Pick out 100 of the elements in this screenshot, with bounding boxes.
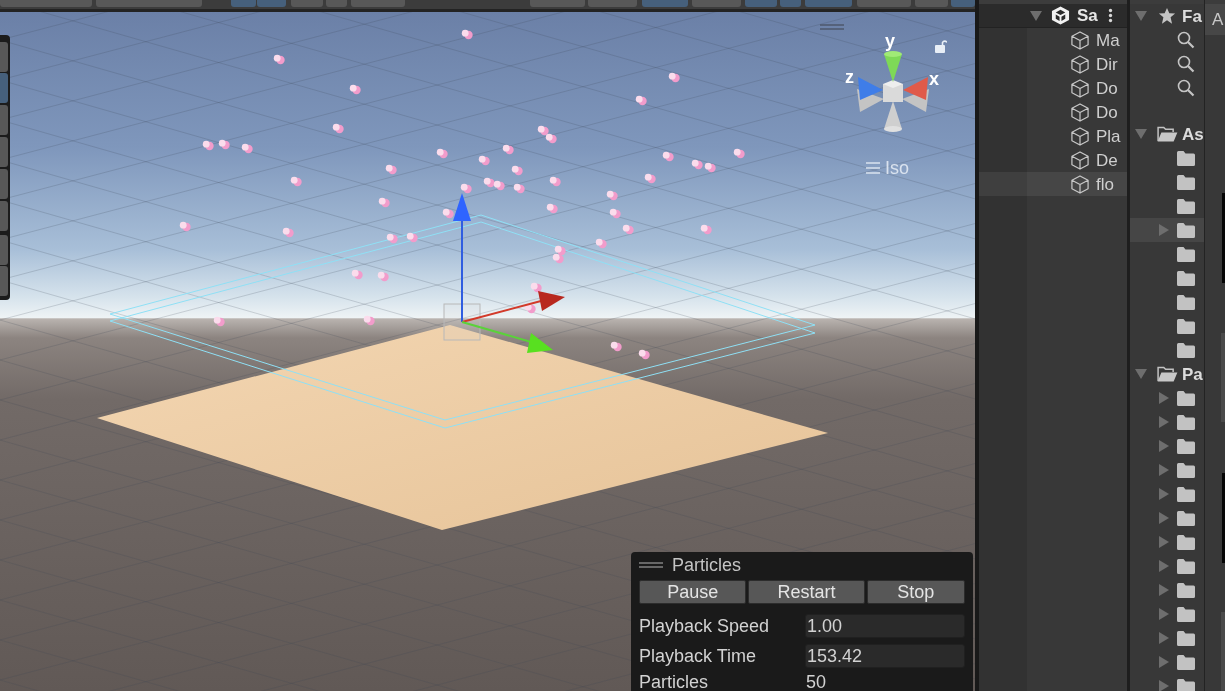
scene-viewport[interactable]: y z x Iso Particles Pause Restart Stop Playback Speed 1.00 Playback Time 153.42 Particles 50 xyxy=(0,12,975,691)
hierarchy-item[interactable]: Ma xyxy=(979,28,1127,52)
number-field[interactable]: 153.42 xyxy=(804,644,965,668)
particle xyxy=(549,176,561,187)
toolbar-button[interactable] xyxy=(951,0,975,7)
particle xyxy=(349,84,361,95)
toolbar-button[interactable] xyxy=(745,0,777,7)
plane-handle[interactable] xyxy=(443,303,481,341)
particle xyxy=(460,183,472,194)
particle xyxy=(351,269,363,280)
caret-right-icon[interactable] xyxy=(1159,440,1169,452)
scene-name[interactable]: Sa xyxy=(1077,7,1098,24)
folder-item[interactable] xyxy=(1130,218,1204,242)
vertical-axis-handle[interactable] xyxy=(453,193,471,323)
hierarchy-item[interactable]: Do xyxy=(979,76,1127,100)
particle xyxy=(290,176,302,187)
particle xyxy=(700,224,712,235)
tool-button[interactable] xyxy=(0,73,8,103)
asset-thumbnail[interactable] xyxy=(1222,193,1225,283)
playback-button[interactable]: Stop xyxy=(866,580,965,604)
tool-button[interactable] xyxy=(0,42,8,72)
number-field[interactable]: 1.00 xyxy=(804,614,965,638)
folder-icon xyxy=(1177,342,1195,358)
particle xyxy=(513,183,525,194)
particle xyxy=(662,151,674,162)
caret-right-icon[interactable] xyxy=(1159,488,1169,500)
particle xyxy=(704,162,716,173)
lock-icon[interactable] xyxy=(935,39,947,53)
folder-icon xyxy=(1177,582,1195,598)
caret-right-icon[interactable] xyxy=(1159,464,1169,476)
axis-label: x xyxy=(929,70,939,88)
particle xyxy=(478,155,490,166)
folder-icon xyxy=(1177,654,1195,670)
hierarchy-item[interactable]: Do xyxy=(979,100,1127,124)
caret-down-icon[interactable] xyxy=(1030,10,1042,21)
horizontal-axis-handle[interactable] xyxy=(461,291,565,323)
tree-item[interactable]: Pa xyxy=(1130,362,1204,386)
more-options-icon[interactable] xyxy=(1108,8,1113,23)
folder-icon xyxy=(1177,414,1195,430)
hierarchy-item[interactable]: Pla xyxy=(979,124,1127,148)
hierarchy-item[interactable]: Dir xyxy=(979,52,1127,76)
caret-right-icon[interactable] xyxy=(1159,608,1169,620)
tool-button[interactable] xyxy=(0,137,8,167)
depth-axis-handle[interactable] xyxy=(461,321,553,353)
tool-button[interactable] xyxy=(0,169,8,199)
asset-thumbnail[interactable] xyxy=(1222,473,1225,563)
axis-label: z xyxy=(845,68,854,86)
toolbar-button[interactable] xyxy=(257,0,286,7)
tool-button[interactable] xyxy=(0,201,8,231)
caret-down-icon[interactable] xyxy=(1135,11,1147,21)
field-label: Playback Speed xyxy=(639,617,771,635)
particle xyxy=(552,253,564,264)
orientation-gizmo[interactable] xyxy=(857,51,929,132)
tool-button[interactable] xyxy=(0,235,8,265)
caret-right-icon[interactable] xyxy=(1159,392,1169,404)
search-icon xyxy=(1177,79,1195,97)
tool-button[interactable] xyxy=(0,105,8,135)
particle xyxy=(378,197,390,208)
particle xyxy=(241,143,253,154)
particle xyxy=(546,203,558,214)
caret-right-icon[interactable] xyxy=(1159,656,1169,668)
tool-button[interactable] xyxy=(0,266,8,296)
particle xyxy=(610,341,622,352)
toolbar-button[interactable] xyxy=(231,0,256,7)
cube-icon xyxy=(1070,126,1090,146)
hierarchy-item[interactable]: flo xyxy=(979,172,1127,196)
caret-right-icon[interactable] xyxy=(1159,512,1169,524)
folder-icon xyxy=(1177,390,1195,406)
playback-button[interactable]: Restart xyxy=(748,580,865,604)
tree-item[interactable]: As xyxy=(1130,122,1204,146)
toolbar-button[interactable] xyxy=(780,0,801,7)
folder-icon xyxy=(1177,246,1195,262)
hierarchy-item[interactable]: De xyxy=(979,148,1127,172)
particle-count: 50 xyxy=(806,674,827,691)
axis-label: y xyxy=(885,32,895,50)
caret-down-icon[interactable] xyxy=(1135,129,1147,139)
caret-right-icon[interactable] xyxy=(1159,560,1169,572)
folder-icon xyxy=(1177,222,1195,238)
particle xyxy=(179,221,191,232)
caret-right-icon[interactable] xyxy=(1159,224,1169,236)
caret-right-icon[interactable] xyxy=(1159,416,1169,428)
particle xyxy=(218,139,230,150)
playback-button[interactable]: Pause xyxy=(639,580,747,604)
cube-icon xyxy=(1070,174,1090,194)
particle xyxy=(493,180,505,191)
caret-right-icon[interactable] xyxy=(1159,632,1169,644)
caret-right-icon[interactable] xyxy=(1159,536,1169,548)
breadcrumb-tab[interactable]: A xyxy=(1205,4,1225,35)
particle xyxy=(483,177,495,188)
particle xyxy=(377,271,389,282)
drag-handle-icon[interactable] xyxy=(820,24,844,30)
folder-icon xyxy=(1177,486,1195,502)
tree-item[interactable]: Fa xyxy=(1130,4,1204,28)
caret-right-icon[interactable] xyxy=(1159,584,1169,596)
caret-right-icon[interactable] xyxy=(1159,680,1169,691)
folder-icon xyxy=(1177,606,1195,622)
folder-icon xyxy=(1177,510,1195,526)
particle xyxy=(406,232,418,243)
caret-down-icon[interactable] xyxy=(1135,369,1147,379)
drag-handle-icon[interactable] xyxy=(639,562,663,568)
